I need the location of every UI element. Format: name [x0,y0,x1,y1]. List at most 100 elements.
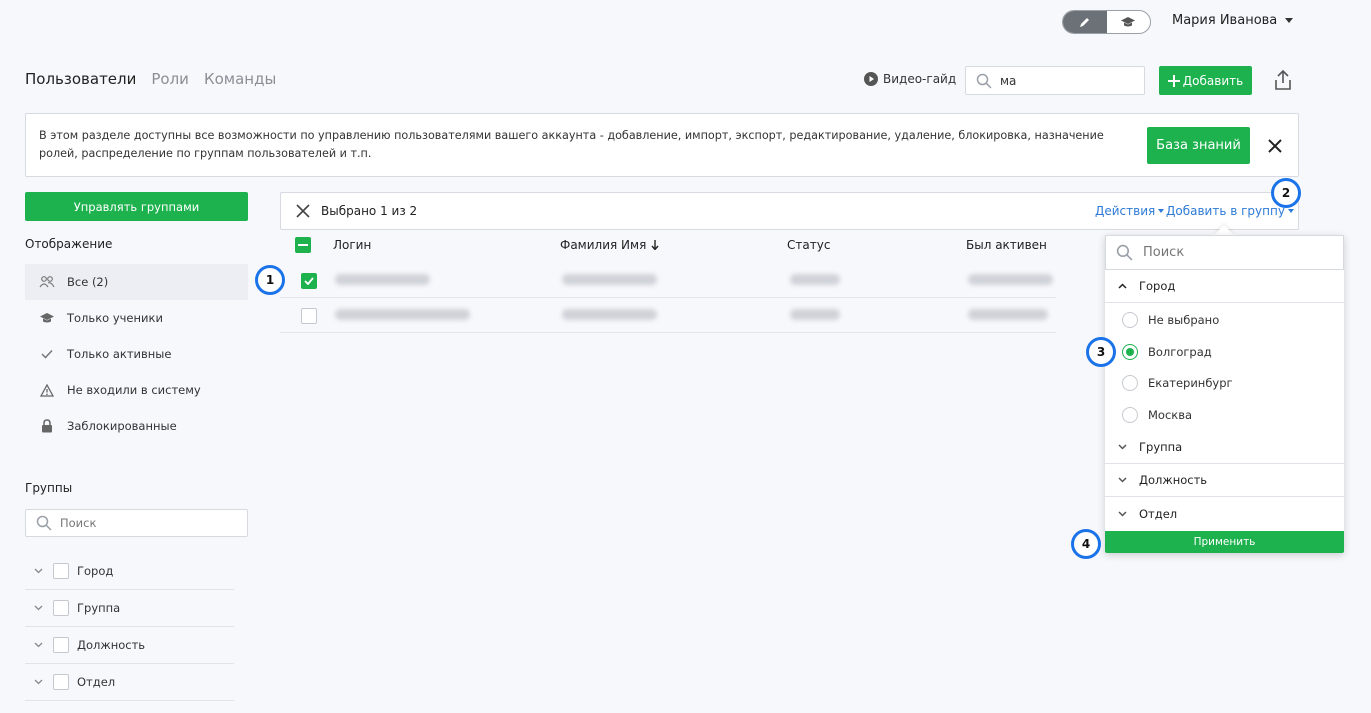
group-label: Город [77,564,114,578]
view-all[interactable]: Все (2) [25,264,248,300]
redacted-status [790,274,840,285]
select-all-checkbox[interactable] [295,237,311,253]
selection-count: Выбрано 1 из 2 [321,204,418,218]
plus-icon [1167,74,1180,87]
play-circle-icon [864,72,878,86]
manage-groups-button[interactable]: Управлять группами [25,192,248,221]
radio-button[interactable] [1122,407,1138,423]
group-row-city: Город [25,553,234,590]
chevron-down-icon [1118,477,1127,483]
add-user-label: Добавить [1182,73,1244,88]
view-blocked-label: Заблокированные [67,419,177,433]
dropdown-option[interactable]: Москва [1105,399,1344,431]
check-icon [39,346,55,362]
chevron-down-icon[interactable] [31,568,45,574]
view-never-logged-label: Не входили в систему [67,383,201,397]
dropdown-option[interactable]: Не выбрано [1105,304,1344,336]
user-menu[interactable]: Мария Иванова [1172,13,1294,28]
caret-down-icon [1287,209,1294,213]
redacted-login [335,274,430,285]
knowledge-base-button[interactable]: База знаний [1147,127,1250,164]
video-guide-link[interactable]: Видео-гайд [864,72,956,86]
view-active[interactable]: Только активные [25,336,248,372]
dropdown-option-label: Екатеринбург [1148,376,1233,390]
row-checkbox[interactable] [301,273,317,289]
add-to-group-panel: Город Не выбрано Волгоград Екатеринбург … [1105,235,1344,553]
user-search-input[interactable] [1000,73,1130,88]
dropdown-group-city[interactable]: Город [1105,270,1344,303]
add-to-group-label: Добавить в группу [1166,204,1285,218]
export-button[interactable] [1271,68,1295,92]
radio-button-selected[interactable] [1122,344,1138,360]
search-icon [976,73,992,89]
apply-button[interactable]: Применить [1105,531,1344,553]
edit-mode-button[interactable] [1063,11,1107,33]
table-row[interactable] [280,263,1056,298]
chevron-down-icon [1118,444,1127,450]
step-marker-2: 2 [1271,178,1301,208]
search-icon [36,515,52,531]
dropdown-search-input[interactable] [1143,245,1323,260]
radio-button[interactable] [1122,375,1138,391]
tab-roles[interactable]: Роли [151,70,189,88]
column-header-status[interactable]: Статус [787,238,830,252]
view-all-label: Все (2) [67,275,109,289]
column-header-last-active[interactable]: Был активен [966,238,1047,252]
redacted-last-active [968,309,1048,320]
student-mode-button[interactable] [1107,11,1151,33]
chevron-down-icon [1118,510,1127,517]
view-never-logged[interactable]: Не входили в систему [25,372,248,408]
group-checkbox[interactable] [53,674,69,690]
mode-toggle[interactable] [1062,10,1151,34]
close-icon [1268,139,1282,153]
user-search[interactable] [965,66,1145,95]
group-checkbox[interactable] [53,637,69,653]
tab-teams[interactable]: Команды [204,70,276,88]
dropdown-group-department[interactable]: Отдел [1105,497,1344,530]
group-label: Отдел [77,675,116,689]
info-banner: В этом разделе доступны все возможности … [25,113,1299,177]
row-checkbox[interactable] [301,308,317,324]
groups-search[interactable] [25,509,248,537]
warning-icon [39,382,55,398]
add-user-button[interactable]: Добавить [1159,66,1252,95]
actions-label: Действия [1095,204,1156,218]
group-checkbox[interactable] [53,600,69,616]
dropdown-group-position[interactable]: Должность [1105,464,1344,497]
pencil-icon [1079,18,1089,27]
radio-button[interactable] [1122,312,1138,328]
column-header-login[interactable]: Логин [333,238,371,252]
view-blocked[interactable]: Заблокированные [25,408,248,444]
users-icon [39,274,55,290]
groups-title: Группы [25,481,73,495]
redacted-status [790,309,840,320]
group-label: Группа [77,601,121,615]
dropdown-option-label: Волгоград [1148,345,1212,359]
table-row[interactable] [280,298,1056,333]
view-students[interactable]: Только ученики [25,300,248,336]
dropdown-group-label: Город [1139,279,1176,293]
redacted-last-active [968,274,1053,285]
add-to-group-dropdown[interactable]: Добавить в группу [1166,204,1294,218]
banner-close-button[interactable] [1266,137,1284,155]
group-checkbox[interactable] [53,563,69,579]
actions-dropdown[interactable]: Действия [1095,204,1165,218]
chevron-down-icon[interactable] [31,679,45,685]
dropdown-group-group[interactable]: Группа [1105,431,1344,464]
dropdown-option[interactable]: Екатеринбург [1105,367,1344,399]
tab-users[interactable]: Пользователи [25,70,136,88]
column-header-name[interactable]: Фамилия Имя [560,238,659,252]
dropdown-search[interactable] [1105,235,1344,270]
groups-search-input[interactable] [60,516,230,530]
graduation-cap-icon [39,310,55,326]
chevron-down-icon[interactable] [31,605,45,611]
view-active-label: Только активные [67,347,172,361]
tabs: Пользователи Роли Команды [25,70,276,88]
step-marker-3: 3 [1086,337,1116,367]
caret-down-icon [1285,18,1294,23]
dropdown-option[interactable]: Волгоград [1105,336,1344,368]
user-name: Мария Иванова [1172,13,1278,28]
chevron-down-icon[interactable] [31,642,45,648]
clear-selection-button[interactable] [296,204,310,218]
redacted-name [562,274,657,285]
